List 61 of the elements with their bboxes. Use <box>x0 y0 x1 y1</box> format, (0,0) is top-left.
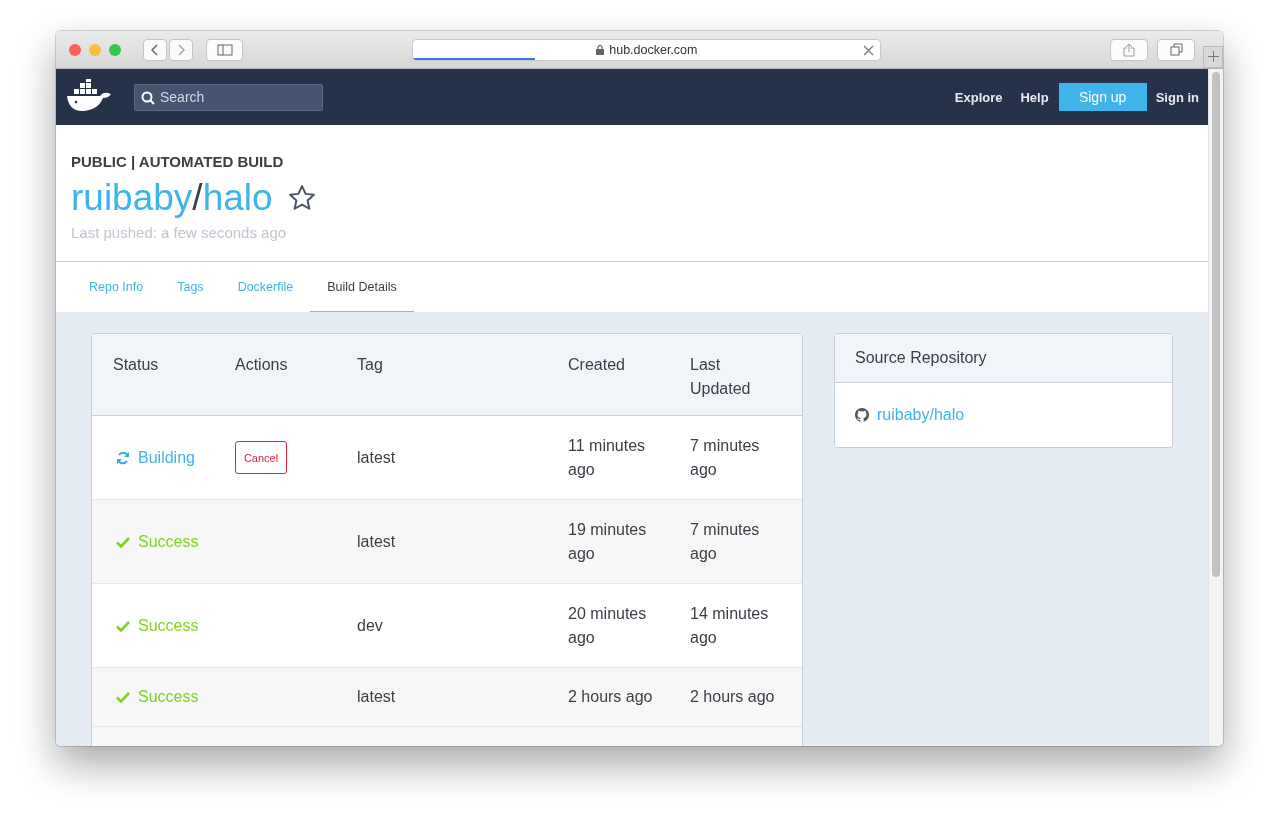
table-cell: 14 minutes ago <box>690 604 769 646</box>
table-cell: 11 minutes ago <box>568 436 646 478</box>
new-tab-button[interactable] <box>1203 45 1223 68</box>
table-cell: 20 minutes ago <box>568 604 647 646</box>
table-cell: 19 minutes ago <box>568 520 647 562</box>
chevron-left-icon <box>151 43 159 56</box>
tab[interactable]: Tags <box>160 262 221 313</box>
star-icon[interactable] <box>286 183 317 213</box>
card-title: Source Repository <box>835 334 1172 383</box>
column-header: Actions <box>234 355 289 375</box>
table-cell: 2 hours ago <box>568 688 653 705</box>
share-button[interactable] <box>1110 38 1149 61</box>
table-cell: latest <box>357 688 396 705</box>
column-header: Created <box>567 355 626 375</box>
sign-in-link[interactable]: Sign in <box>1155 89 1199 105</box>
address-bar[interactable]: hub.docker.com <box>412 38 882 61</box>
table-cell: 7 minutes ago <box>690 520 760 562</box>
lock-icon <box>596 44 605 55</box>
nav-link[interactable]: Explore <box>954 89 1003 105</box>
chevron-right-icon <box>177 43 185 56</box>
table-cell: 7 minutes ago <box>690 436 760 478</box>
last-pushed-text: Last pushed: a few seconds ago <box>71 224 288 241</box>
search-field[interactable]: Search <box>134 83 323 111</box>
minimize-button[interactable] <box>89 43 101 56</box>
stop-icon[interactable] <box>863 44 875 56</box>
sidebar-button[interactable] <box>206 38 244 61</box>
column-header: Last Updated <box>689 355 752 399</box>
cancel-button[interactable]: Cancel <box>235 441 287 474</box>
tab[interactable]: Dockerfile <box>220 262 311 313</box>
checkmark-icon <box>116 535 130 548</box>
build-status: Building <box>138 447 195 468</box>
search-icon <box>141 90 155 105</box>
whale-logo-icon[interactable] <box>66 79 112 111</box>
repo-title: ruibaby/halo <box>71 176 273 220</box>
checkmark-icon <box>116 691 130 703</box>
table-cell: dev <box>357 616 383 634</box>
sidebar-icon <box>216 43 233 56</box>
zoom-button[interactable] <box>109 43 121 56</box>
share-icon <box>1123 42 1136 57</box>
tabs-icon <box>1169 43 1183 56</box>
table-cell: latest <box>357 448 396 466</box>
repo-type-label: PUBLIC | AUTOMATED BUILD <box>71 153 285 170</box>
plus-icon <box>1207 51 1219 62</box>
tabs-button[interactable] <box>1157 38 1196 61</box>
build-status: Success <box>138 687 199 707</box>
table-cell: latest <box>357 532 396 550</box>
checkmark-icon <box>116 619 130 632</box>
close-button[interactable] <box>69 43 81 56</box>
url-text: hub.docker.com <box>609 42 698 57</box>
back-button[interactable] <box>143 38 167 61</box>
build-status: Success <box>138 615 199 636</box>
scrollbar-thumb[interactable] <box>1212 72 1220 577</box>
github-icon <box>855 408 869 422</box>
table-cell: 2 hours ago <box>690 688 775 705</box>
tab[interactable]: Repo Info <box>72 262 161 313</box>
column-header: Status <box>112 355 160 375</box>
nav-link[interactable]: Help <box>1020 89 1049 105</box>
build-status: Success <box>138 531 199 552</box>
column-header: Tag <box>356 355 384 375</box>
forward-button[interactable] <box>169 38 193 61</box>
refresh-icon <box>116 450 130 465</box>
